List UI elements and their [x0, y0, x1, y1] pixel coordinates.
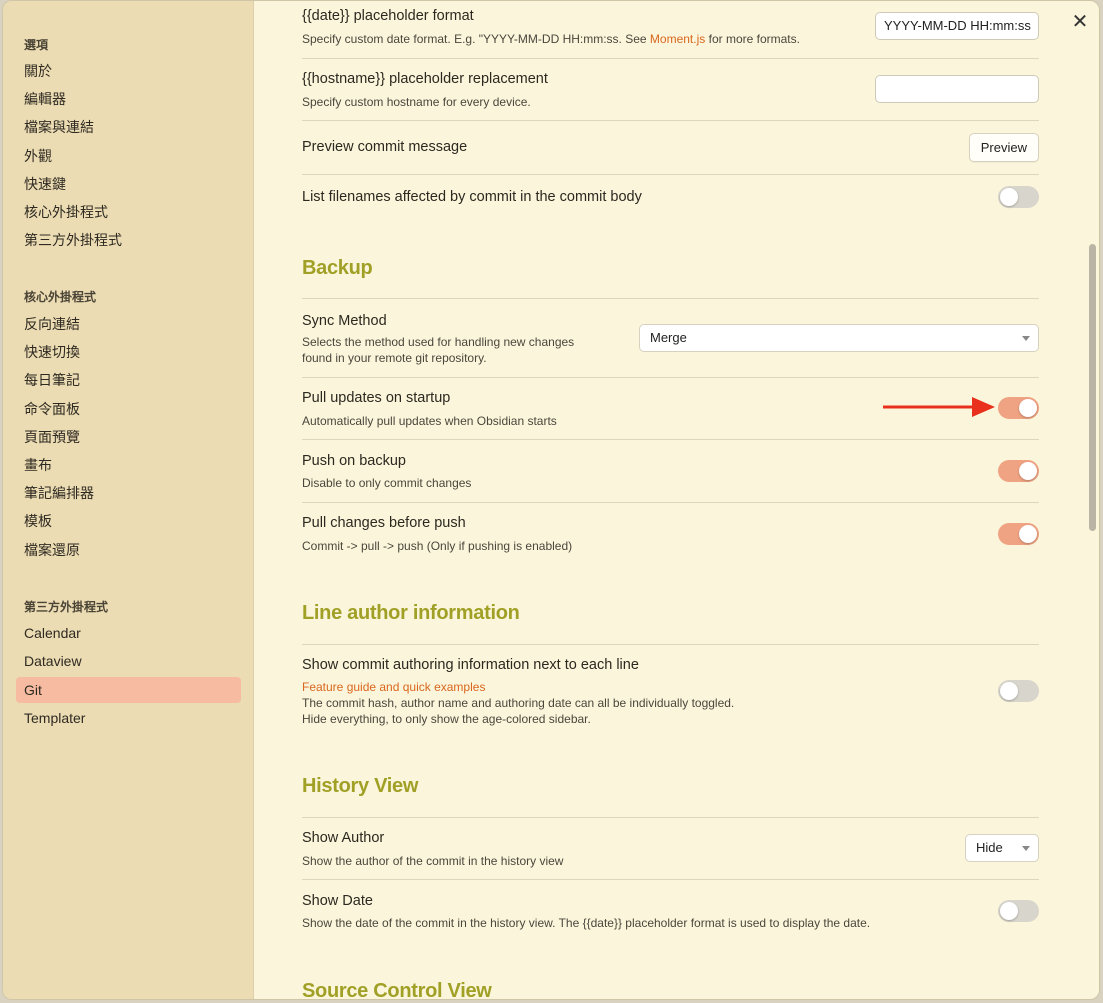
setting-title: Pull changes before push [302, 515, 466, 531]
setting-description: Commit -> pull -> push (Only if pushing … [302, 539, 573, 553]
toggle-knob [1019, 525, 1037, 543]
settings-window: 選項 關於 編輯器 檔案與連結 外觀 快速鍵 核心外掛程式 第三方外掛程式 核心… [2, 0, 1100, 1000]
sidebar-item-appearance[interactable]: 外觀 [16, 143, 241, 169]
setting-title: {{date}} placeholder format [302, 8, 474, 24]
setting-line-author: Show commit authoring information next t… [302, 645, 1039, 735]
settings-sidebar: 選項 關於 編輯器 檔案與連結 外觀 快速鍵 核心外掛程式 第三方外掛程式 核心… [3, 1, 254, 999]
sidebar-item-dataview[interactable]: Dataview [16, 648, 241, 674]
pull-on-startup-toggle[interactable] [998, 397, 1039, 419]
toggle-knob [1000, 682, 1018, 700]
setting-push-on-backup: Push on backup Disable to only commit ch… [302, 440, 1039, 503]
setting-title: Pull updates on startup [302, 390, 451, 406]
feature-guide-link[interactable]: Feature guide and quick examples [302, 679, 734, 695]
setting-sync-method: Sync Method Selects the method used for … [302, 299, 1039, 378]
toggle-knob [1000, 188, 1018, 206]
setting-description: Show the date of the commit in the histo… [302, 916, 871, 930]
sidebar-item-community-plugins[interactable]: 第三方外掛程式 [16, 227, 241, 253]
setting-description: Specify custom date format. E.g. "YYYY-M… [302, 32, 800, 46]
sync-method-select[interactable]: Merge [639, 324, 1039, 352]
setting-pull-before-push: Pull changes before push Commit -> pull … [302, 503, 1039, 565]
chevron-down-icon [1022, 846, 1030, 851]
setting-hostname: {{hostname}} placeholder replacement Spe… [302, 59, 1039, 121]
setting-title: Sync Method [302, 313, 387, 329]
setting-description: Specify custom hostname for every device… [302, 95, 531, 109]
sidebar-item-page-preview[interactable]: 頁面預覽 [16, 424, 241, 450]
sidebar-item-hotkeys[interactable]: 快速鍵 [16, 171, 241, 197]
sidebar-section-title: 選項 [24, 38, 49, 52]
scrollbar[interactable] [1089, 244, 1096, 531]
line-author-toggle[interactable] [998, 680, 1039, 702]
sidebar-item-backlinks[interactable]: 反向連結 [16, 311, 241, 337]
toggle-knob [1019, 462, 1037, 480]
setting-title: Show Date [302, 893, 373, 909]
setting-show-author: Show Author Show the author of the commi… [302, 818, 1039, 880]
section-heading-backup: Backup [302, 257, 373, 279]
sidebar-section-title: 核心外掛程式 [24, 290, 97, 304]
hostname-input[interactable] [875, 75, 1039, 103]
setting-show-date: Show Date Show the date of the commit in… [302, 880, 1039, 942]
setting-title: Push on backup [302, 453, 406, 469]
setting-title: Show commit authoring information next t… [302, 657, 639, 673]
toggle-knob [1019, 399, 1037, 417]
setting-description: Selects the method used for handling new… [302, 335, 575, 365]
sidebar-item-note-composer[interactable]: 筆記編排器 [16, 480, 241, 506]
sidebar-item-command-palette[interactable]: 命令面板 [16, 396, 241, 422]
show-date-toggle[interactable] [998, 900, 1039, 922]
setting-description: Automatically pull updates when Obsidian… [302, 414, 557, 428]
close-icon[interactable]: ✕ [1069, 11, 1091, 33]
show-author-select[interactable]: Hide [965, 834, 1039, 862]
sidebar-item-templates[interactable]: 模板 [16, 508, 241, 534]
setting-title: Preview commit message [302, 139, 468, 155]
sidebar-section-title: 第三方外掛程式 [24, 600, 109, 614]
list-filenames-toggle[interactable] [998, 186, 1039, 208]
setting-title: List filenames affected by commit in the… [302, 189, 642, 205]
settings-content: {{date}} placeholder format Specify cust… [255, 1, 1099, 999]
preview-button[interactable]: Preview [968, 133, 1039, 162]
setting-list-filenames: List filenames affected by commit in the… [302, 175, 1039, 225]
pull-before-push-toggle[interactable] [998, 523, 1039, 545]
sidebar-item-files-links[interactable]: 檔案與連結 [16, 114, 241, 140]
setting-description: Feature guide and quick examples The com… [302, 679, 735, 726]
momentjs-link[interactable]: Moment.js [650, 32, 705, 46]
setting-date-format: {{date}} placeholder format Specify cust… [302, 1, 1039, 59]
sidebar-item-core-plugins[interactable]: 核心外掛程式 [16, 199, 241, 225]
sidebar-item-about[interactable]: 關於 [16, 58, 241, 84]
toggle-knob [1000, 902, 1018, 920]
sidebar-item-quick-switcher[interactable]: 快速切換 [16, 339, 241, 365]
push-on-backup-toggle[interactable] [998, 460, 1039, 482]
section-heading-line-author: Line author information [302, 602, 520, 624]
setting-title: Show Author [302, 830, 385, 846]
setting-description: Disable to only commit changes [302, 476, 472, 490]
chevron-down-icon [1022, 336, 1030, 341]
section-heading-source-control: Source Control View [302, 980, 492, 1000]
sidebar-item-editor[interactable]: 編輯器 [16, 86, 241, 112]
setting-preview-commit: Preview commit message Preview [302, 121, 1039, 175]
section-heading-history-view: History View [302, 775, 419, 797]
date-format-input[interactable]: YYYY-MM-DD HH:mm:ss [875, 12, 1039, 40]
sidebar-item-file-recovery[interactable]: 檔案還原 [16, 537, 241, 563]
sidebar-item-daily-notes[interactable]: 每日筆記 [16, 367, 241, 393]
sidebar-item-git[interactable]: Git [16, 677, 241, 703]
sidebar-item-calendar[interactable]: Calendar [16, 620, 241, 646]
setting-title: {{hostname}} placeholder replacement [302, 71, 548, 87]
sidebar-item-templater[interactable]: Templater [16, 705, 241, 731]
annotation-arrow-icon [883, 397, 995, 417]
setting-description: Show the author of the commit in the his… [302, 854, 564, 868]
sidebar-item-canvas[interactable]: 畫布 [16, 452, 241, 478]
